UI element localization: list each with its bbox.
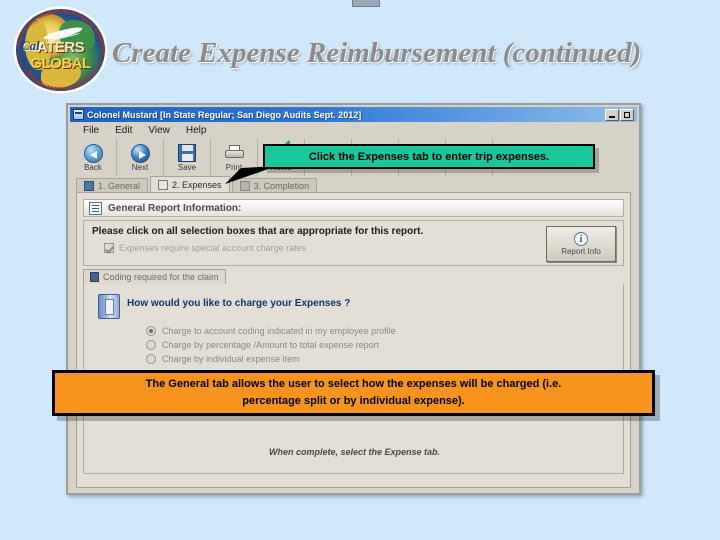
selection-box-group: Please click on all selection boxes that… xyxy=(83,220,624,266)
minimize-button[interactable] xyxy=(605,108,619,121)
charge-option-percentage[interactable]: Charge by percentage /Amount to total ex… xyxy=(146,340,379,350)
selection-instruction: Please click on all selection boxes that… xyxy=(92,226,424,237)
toolbar-back-label: Back xyxy=(84,163,102,172)
special-rates-checkbox-label: Expenses require special account charge … xyxy=(119,243,307,253)
special-rates-checkbox[interactable] xyxy=(104,243,114,253)
report-info-button-label: Report Info xyxy=(561,247,601,256)
charge-option-percentage-radio[interactable] xyxy=(146,340,156,350)
menu-bar: File Edit View Help xyxy=(70,122,637,140)
green-callout: Click the Expenses tab to enter trip exp… xyxy=(263,144,595,169)
charge-option-individual-radio[interactable] xyxy=(146,354,156,364)
menu-item-help[interactable]: Help xyxy=(183,124,210,137)
tab-expenses[interactable]: 2. Expenses xyxy=(150,176,230,193)
toolbar-next-button[interactable]: Next xyxy=(117,139,164,176)
section-header-label: General Report Information: xyxy=(108,202,242,214)
back-arrow-icon xyxy=(82,144,104,163)
menu-item-edit[interactable]: Edit xyxy=(112,124,135,137)
general-tab-icon xyxy=(84,181,94,191)
top-decoration-nub xyxy=(352,0,380,7)
tab-expenses-label: 2. Expenses xyxy=(172,180,222,190)
printer-icon xyxy=(223,144,245,163)
tab-panel: General Report Information: Please click… xyxy=(76,192,631,488)
slide-header: ATERS GLOBAL Cal California Automated Tr… xyxy=(0,0,720,100)
section-header: General Report Information: xyxy=(83,199,624,217)
tab-strip: 1. General 2. Expenses 3. Completion xyxy=(76,176,631,193)
expenses-tab-icon xyxy=(158,180,169,190)
coding-tab-label: Coding required for the claim xyxy=(103,272,219,282)
report-info-button[interactable]: i Report Info xyxy=(546,226,616,262)
calaters-global-logo: ATERS GLOBAL Cal California Automated Tr… xyxy=(13,6,108,94)
coding-required-tab[interactable]: Coding required for the claim xyxy=(83,269,226,284)
toolbar-save-button[interactable]: Save xyxy=(164,139,211,176)
green-callout-text: Click the Expenses tab to enter trip exp… xyxy=(308,150,550,163)
page-title: Create Expense Reimbursement (continued) xyxy=(112,37,642,69)
window-titlebar: Colonel Mustard [In State Regular; San D… xyxy=(70,107,637,122)
coding-tab-icon xyxy=(90,272,99,282)
window-client-area: 1. General 2. Expenses 3. Completion Gen… xyxy=(70,176,637,492)
charge-option-profile-label: Charge to account coding indicated in my… xyxy=(162,326,396,336)
orange-callout-line1: The General tab allows the user to selec… xyxy=(145,378,562,390)
info-circle-icon: i xyxy=(574,232,588,246)
menu-item-file[interactable]: File xyxy=(80,124,102,137)
report-info-icon xyxy=(89,201,102,215)
charge-option-profile[interactable]: Charge to account coding indicated in my… xyxy=(146,326,396,336)
toolbar-next-label: Next xyxy=(131,163,149,172)
toolbar-back-button[interactable]: Back xyxy=(70,139,117,176)
tab-general-label: 1. General xyxy=(98,181,141,191)
next-arrow-icon xyxy=(129,144,151,163)
charge-option-percentage-label: Charge by percentage /Amount to total ex… xyxy=(162,340,380,350)
orange-callout-line2: percentage split or by individual expens… xyxy=(242,395,465,407)
charge-expenses-icon xyxy=(98,294,120,319)
toolbar-save-label: Save xyxy=(177,163,197,172)
special-rates-checkbox-row[interactable]: Expenses require special account charge … xyxy=(104,243,306,253)
floppy-disk-icon xyxy=(176,144,198,163)
logo-inner-ring xyxy=(18,11,103,89)
charge-option-profile-radio[interactable] xyxy=(146,326,156,336)
green-callout-pointer xyxy=(225,166,277,184)
tab-general[interactable]: 1. General xyxy=(76,178,149,193)
charge-option-individual[interactable]: Charge by individual expense item xyxy=(146,354,300,364)
window-title: Colonel Mustard [In State Regular; San D… xyxy=(87,109,362,120)
maximize-button[interactable] xyxy=(620,108,634,121)
charge-option-individual-label: Charge by individual expense item xyxy=(162,354,300,364)
charge-question-label: How would you like to charge your Expens… xyxy=(127,298,351,309)
window-controls xyxy=(605,108,634,121)
app-window-icon xyxy=(73,109,84,120)
menu-item-view[interactable]: View xyxy=(145,124,173,137)
form-footer-note: When complete, select the Expense tab. xyxy=(268,447,441,457)
orange-callout: The General tab allows the user to selec… xyxy=(52,370,655,416)
